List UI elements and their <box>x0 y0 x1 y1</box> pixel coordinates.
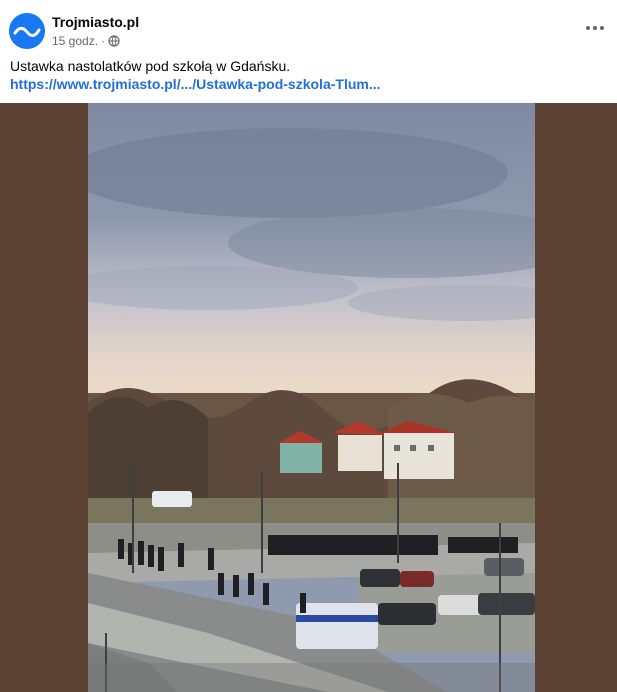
video-scene-image <box>88 103 535 692</box>
more-options-icon-dot <box>593 26 597 30</box>
video-player[interactable] <box>0 103 617 692</box>
page-avatar[interactable] <box>9 13 45 49</box>
post-meta: 15 godz. · <box>52 34 120 48</box>
globe-icon[interactable] <box>108 35 120 47</box>
meta-separator: · <box>101 34 106 48</box>
more-options-icon-dot <box>600 26 604 30</box>
post-timestamp[interactable]: 15 godz. <box>52 34 98 48</box>
more-options-icon <box>586 26 590 30</box>
post-link[interactable]: https://www.trojmiasto.pl/.../Ustawka-po… <box>10 76 381 93</box>
page-name[interactable]: Trojmiasto.pl <box>52 14 139 30</box>
more-options-button[interactable] <box>583 18 607 38</box>
video-thumbnail[interactable] <box>88 103 535 692</box>
post-text: Ustawka nastolatków pod szkołą w Gdańsku… <box>10 58 291 74</box>
trojmiasto-logo-icon <box>9 13 45 49</box>
post-header: Trojmiasto.pl 15 godz. · <box>0 0 617 56</box>
